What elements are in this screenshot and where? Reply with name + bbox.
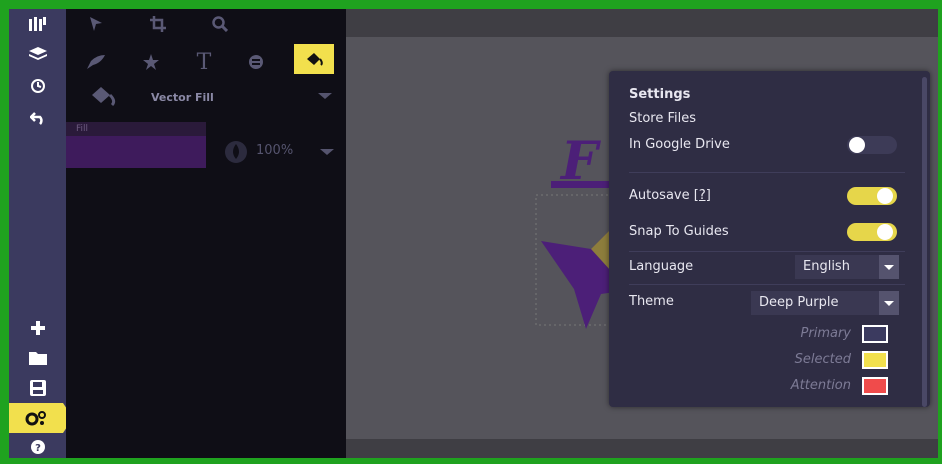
attention-color-label: Attention [790,378,851,393]
toggle-knob [877,188,893,204]
settings-gears-icon[interactable] [9,403,73,433]
history-icon[interactable] [9,71,66,101]
autosave-help-link[interactable]: [?] [694,188,711,203]
opacity-value: 100% [256,143,294,158]
folder-icon[interactable] [9,343,66,373]
zoom-icon[interactable] [200,9,240,39]
pen-icon[interactable] [76,47,116,77]
opacity-drop-icon [225,141,247,163]
theme-value: Deep Purple [759,295,839,310]
autosave-label: Autosave [629,188,690,203]
fill-type-label: Vector Fill [151,91,214,104]
divider [629,172,905,173]
crop-icon[interactable] [138,9,178,39]
language-select[interactable]: English [795,255,899,279]
app-window: ? T Vector Fill Fill 100% F Settings Sto… [9,9,938,458]
language-caret-icon [879,255,899,279]
divider [629,251,905,252]
fill-bucket-icon[interactable] [294,44,334,74]
google-drive-label: In Google Drive [629,137,730,152]
theme-label: Theme [629,294,674,309]
star-icon[interactable] [131,47,171,77]
theme-select[interactable]: Deep Purple [751,291,899,315]
settings-scrollbar[interactable] [922,77,927,407]
opacity-caret-icon [320,149,334,155]
fill-header: Fill [66,122,206,136]
store-files-label: Store Files [629,111,697,126]
divider [629,284,905,285]
selected-color-label: Selected [794,352,851,367]
attention-color-swatch[interactable] [862,377,888,395]
undo-icon[interactable] [9,103,66,133]
svg-text:?: ? [35,443,41,454]
language-label: Language [629,259,694,274]
tools-icon[interactable] [9,9,66,39]
selected-color-swatch[interactable] [862,351,888,369]
autosave-toggle[interactable] [847,187,897,205]
layers-icon[interactable] [9,39,66,69]
fill-type-icon [88,85,116,111]
canvas-logo-underline [551,181,611,188]
opacity-select[interactable]: 100% [216,137,341,167]
snap-guides-label: Snap To Guides [629,224,729,239]
tools-panel: T Vector Fill Fill 100% [66,9,346,458]
primary-color-label: Primary [800,326,851,341]
fill-color-swatch[interactable] [66,136,206,168]
snap-guides-toggle[interactable] [847,223,897,241]
google-drive-toggle[interactable] [847,136,897,154]
theme-caret-icon [879,291,899,315]
add-icon[interactable] [9,313,66,343]
shape-icon[interactable] [236,47,276,77]
text-icon[interactable]: T [184,47,224,77]
settings-panel: Settings Store Files In Google Drive Aut… [609,71,930,407]
toggle-knob [877,224,893,240]
settings-title: Settings [629,87,691,102]
pointer-icon[interactable] [76,9,116,39]
fill-type-caret-icon[interactable] [318,93,332,99]
toggle-knob [849,137,865,153]
canvas-bottom-bar [346,439,938,458]
autosave-row: Autosave [?] [629,188,711,203]
left-rail: ? [9,9,73,458]
help-icon[interactable]: ? [9,437,66,457]
save-icon[interactable] [9,373,66,403]
primary-color-swatch[interactable] [862,325,888,343]
language-value: English [803,259,850,274]
